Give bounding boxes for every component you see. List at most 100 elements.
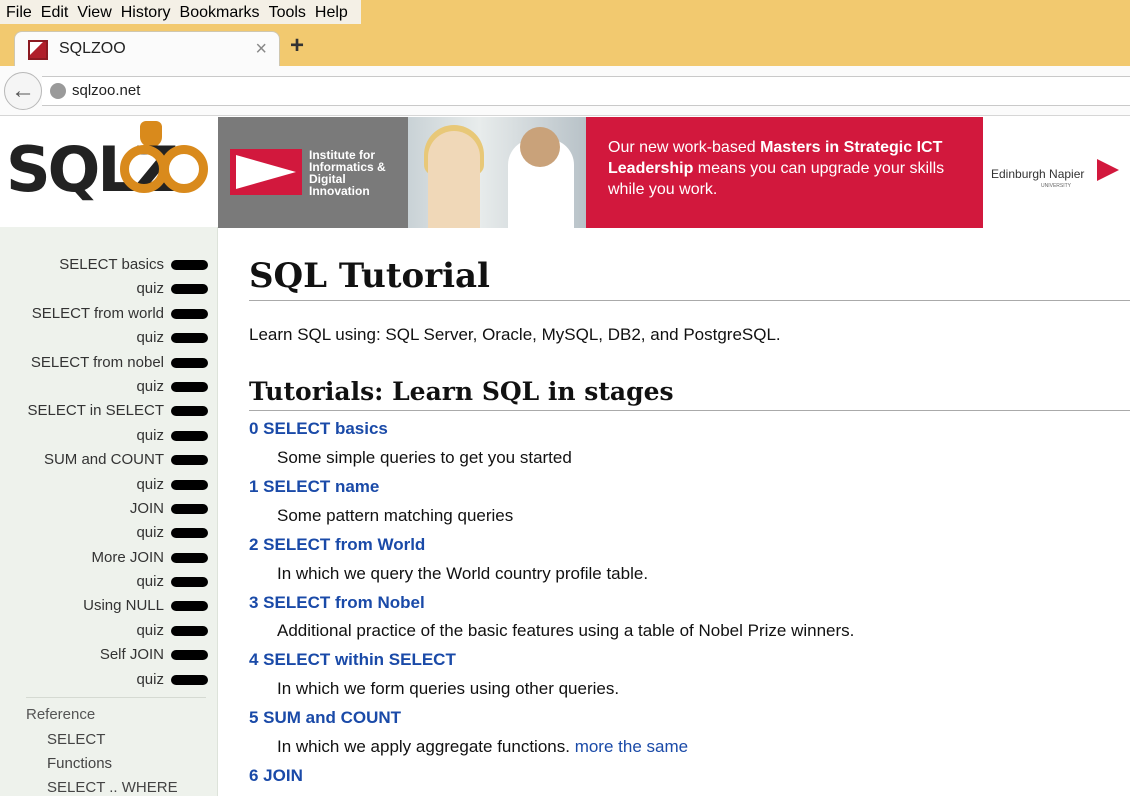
progress-bar-icon bbox=[171, 260, 208, 270]
sidebar-item[interactable]: quiz bbox=[0, 522, 218, 546]
menu-file[interactable]: File bbox=[4, 0, 39, 24]
sidebar-item-label[interactable]: quiz bbox=[136, 671, 164, 688]
tutorial-desc-1: Some pattern matching queries bbox=[277, 506, 513, 526]
sidebar-item[interactable]: More JOIN bbox=[0, 547, 218, 571]
progress-bar-icon bbox=[171, 675, 208, 685]
tutorial-desc-2: In which we query the World country prof… bbox=[277, 564, 648, 584]
sidebar-item-label[interactable]: quiz bbox=[136, 524, 164, 541]
university-subtitle: UNIVERSITY bbox=[1041, 183, 1071, 189]
tutorial-desc-5: In which we apply aggregate functions. m… bbox=[277, 737, 688, 757]
sidebar-item[interactable]: JOIN bbox=[0, 498, 218, 522]
back-button[interactable]: ← bbox=[4, 72, 42, 110]
tutorial-desc-5-text: In which we apply aggregate functions. bbox=[277, 737, 575, 756]
tutorial-desc-4: In which we form queries using other que… bbox=[277, 679, 619, 699]
institute-logo-triangle-icon bbox=[236, 155, 296, 189]
sidebar-item-label[interactable]: More JOIN bbox=[91, 549, 164, 566]
sidebar-item-label[interactable]: quiz bbox=[136, 329, 164, 346]
sidebar-item[interactable]: SELECT in SELECT bbox=[0, 400, 218, 424]
institute-name: Institute for Informatics & Digital Inno… bbox=[309, 149, 399, 197]
reference-item-select-where[interactable]: SELECT .. WHERE bbox=[47, 779, 178, 796]
more-the-same-link[interactable]: more the same bbox=[575, 737, 688, 756]
page: SQLZ SELECT basics quiz SELECT from worl… bbox=[0, 117, 1130, 796]
sidebar-item-label[interactable]: SELECT from nobel bbox=[31, 354, 164, 371]
sidebar-item[interactable]: quiz bbox=[0, 327, 218, 351]
sidebar-item-label[interactable]: Self JOIN bbox=[100, 646, 164, 663]
reference-item-functions[interactable]: Functions bbox=[47, 755, 112, 772]
tutorial-desc-0: Some simple queries to get you started bbox=[277, 448, 572, 468]
menu-history[interactable]: History bbox=[119, 0, 178, 24]
sqlzoo-favicon-icon bbox=[28, 40, 48, 60]
sidebar-item[interactable]: SELECT from nobel bbox=[0, 352, 218, 376]
banner-photo bbox=[408, 117, 586, 228]
sidebar-item[interactable]: quiz bbox=[0, 669, 218, 693]
menu-bookmarks[interactable]: Bookmarks bbox=[178, 0, 267, 24]
menu-tools[interactable]: Tools bbox=[267, 0, 313, 24]
tutorial-link-4[interactable]: 4 SELECT within SELECT bbox=[249, 650, 456, 670]
banner-ad[interactable]: Institute for Informatics & Digital Inno… bbox=[218, 117, 1130, 228]
tutorial-link-6[interactable]: 6 JOIN bbox=[249, 766, 303, 786]
menu-edit[interactable]: Edit bbox=[39, 0, 76, 24]
reference-heading: Reference bbox=[26, 706, 95, 723]
sidebar-item-label[interactable]: SELECT in SELECT bbox=[28, 402, 164, 419]
logo-ring-icon bbox=[160, 145, 208, 193]
sidebar-item-label[interactable]: quiz bbox=[136, 622, 164, 639]
sidebar-item[interactable]: SELECT basics bbox=[0, 254, 218, 278]
tutorial-link-5[interactable]: 5 SUM and COUNT bbox=[249, 708, 401, 728]
menu-list: File Edit View History Bookmarks Tools H… bbox=[0, 0, 361, 24]
reference-item-select[interactable]: SELECT bbox=[47, 731, 105, 748]
sqlzoo-logo[interactable]: SQLZ bbox=[0, 117, 218, 227]
progress-bar-icon bbox=[171, 553, 208, 563]
sidebar-item[interactable]: quiz bbox=[0, 474, 218, 498]
close-tab-icon[interactable]: × bbox=[255, 38, 267, 61]
banner-grey-panel: Institute for Informatics & Digital Inno… bbox=[218, 117, 408, 228]
banner-message-part: Our new work-based bbox=[608, 139, 760, 156]
sidebar-tutorial-list: SELECT basics quiz SELECT from world qui… bbox=[0, 254, 218, 693]
address-bar[interactable]: sqlzoo.net bbox=[42, 76, 1130, 106]
sidebar-item[interactable]: Self JOIN bbox=[0, 644, 218, 668]
sidebar-item-label[interactable]: quiz bbox=[136, 476, 164, 493]
progress-bar-icon bbox=[171, 626, 208, 636]
sidebar-item-label[interactable]: quiz bbox=[136, 378, 164, 395]
intro-text: Learn SQL using: SQL Server, Oracle, MyS… bbox=[249, 325, 781, 345]
tutorial-link-0[interactable]: 0 SELECT basics bbox=[249, 419, 388, 439]
tutorial-link-2[interactable]: 2 SELECT from World bbox=[249, 535, 425, 555]
sidebar-item-label[interactable]: Using NULL bbox=[83, 597, 164, 614]
tutorial-desc-3: Additional practice of the basic feature… bbox=[277, 621, 854, 641]
university-name: Edinburgh Napier bbox=[991, 167, 1084, 181]
sidebar-item[interactable]: quiz bbox=[0, 376, 218, 400]
page-title: SQL Tutorial bbox=[249, 256, 490, 296]
menu-view[interactable]: View bbox=[75, 0, 118, 24]
sidebar-item-label[interactable]: quiz bbox=[136, 573, 164, 590]
url-text[interactable]: sqlzoo.net bbox=[72, 82, 140, 99]
sidebar-item[interactable]: quiz bbox=[0, 620, 218, 644]
sidebar-item[interactable]: SUM and COUNT bbox=[0, 449, 218, 473]
sidebar-item[interactable]: quiz bbox=[0, 425, 218, 449]
sidebar-item-label[interactable]: SUM and COUNT bbox=[44, 451, 164, 468]
menu-bar: File Edit View History Bookmarks Tools H… bbox=[0, 0, 1130, 24]
progress-bar-icon bbox=[171, 528, 208, 538]
progress-bar-icon bbox=[171, 431, 208, 441]
progress-bar-icon bbox=[171, 284, 208, 294]
progress-bar-icon bbox=[171, 455, 208, 465]
napier-logo: Edinburgh Napier UNIVERSITY bbox=[983, 117, 1130, 228]
sidebar-item[interactable]: quiz bbox=[0, 571, 218, 595]
banner-message: Our new work-based Masters in Strategic … bbox=[608, 137, 978, 200]
sidebar-item-label[interactable]: JOIN bbox=[130, 500, 164, 517]
sidebar-item[interactable]: quiz bbox=[0, 278, 218, 302]
progress-bar-icon bbox=[171, 504, 208, 514]
progress-bar-icon bbox=[171, 309, 208, 319]
tutorial-link-3[interactable]: 3 SELECT from Nobel bbox=[249, 593, 425, 613]
tab-sqlzoo[interactable]: SQLZOO × bbox=[14, 31, 280, 66]
new-tab-icon[interactable]: + bbox=[290, 32, 304, 60]
progress-bar-icon bbox=[171, 650, 208, 660]
sidebar-item-label[interactable]: quiz bbox=[136, 427, 164, 444]
tutorial-link-1[interactable]: 1 SELECT name bbox=[249, 477, 379, 497]
sidebar-item[interactable]: Using NULL bbox=[0, 595, 218, 619]
tab-title: SQLZOO bbox=[59, 40, 126, 58]
sidebar-item-label[interactable]: SELECT from world bbox=[32, 305, 164, 322]
sidebar-item-label[interactable]: SELECT basics bbox=[59, 256, 164, 273]
sidebar-item[interactable]: SELECT from world bbox=[0, 303, 218, 327]
menu-help[interactable]: Help bbox=[313, 0, 355, 24]
sidebar-item-label[interactable]: quiz bbox=[136, 280, 164, 297]
person-head-icon bbox=[520, 127, 560, 167]
